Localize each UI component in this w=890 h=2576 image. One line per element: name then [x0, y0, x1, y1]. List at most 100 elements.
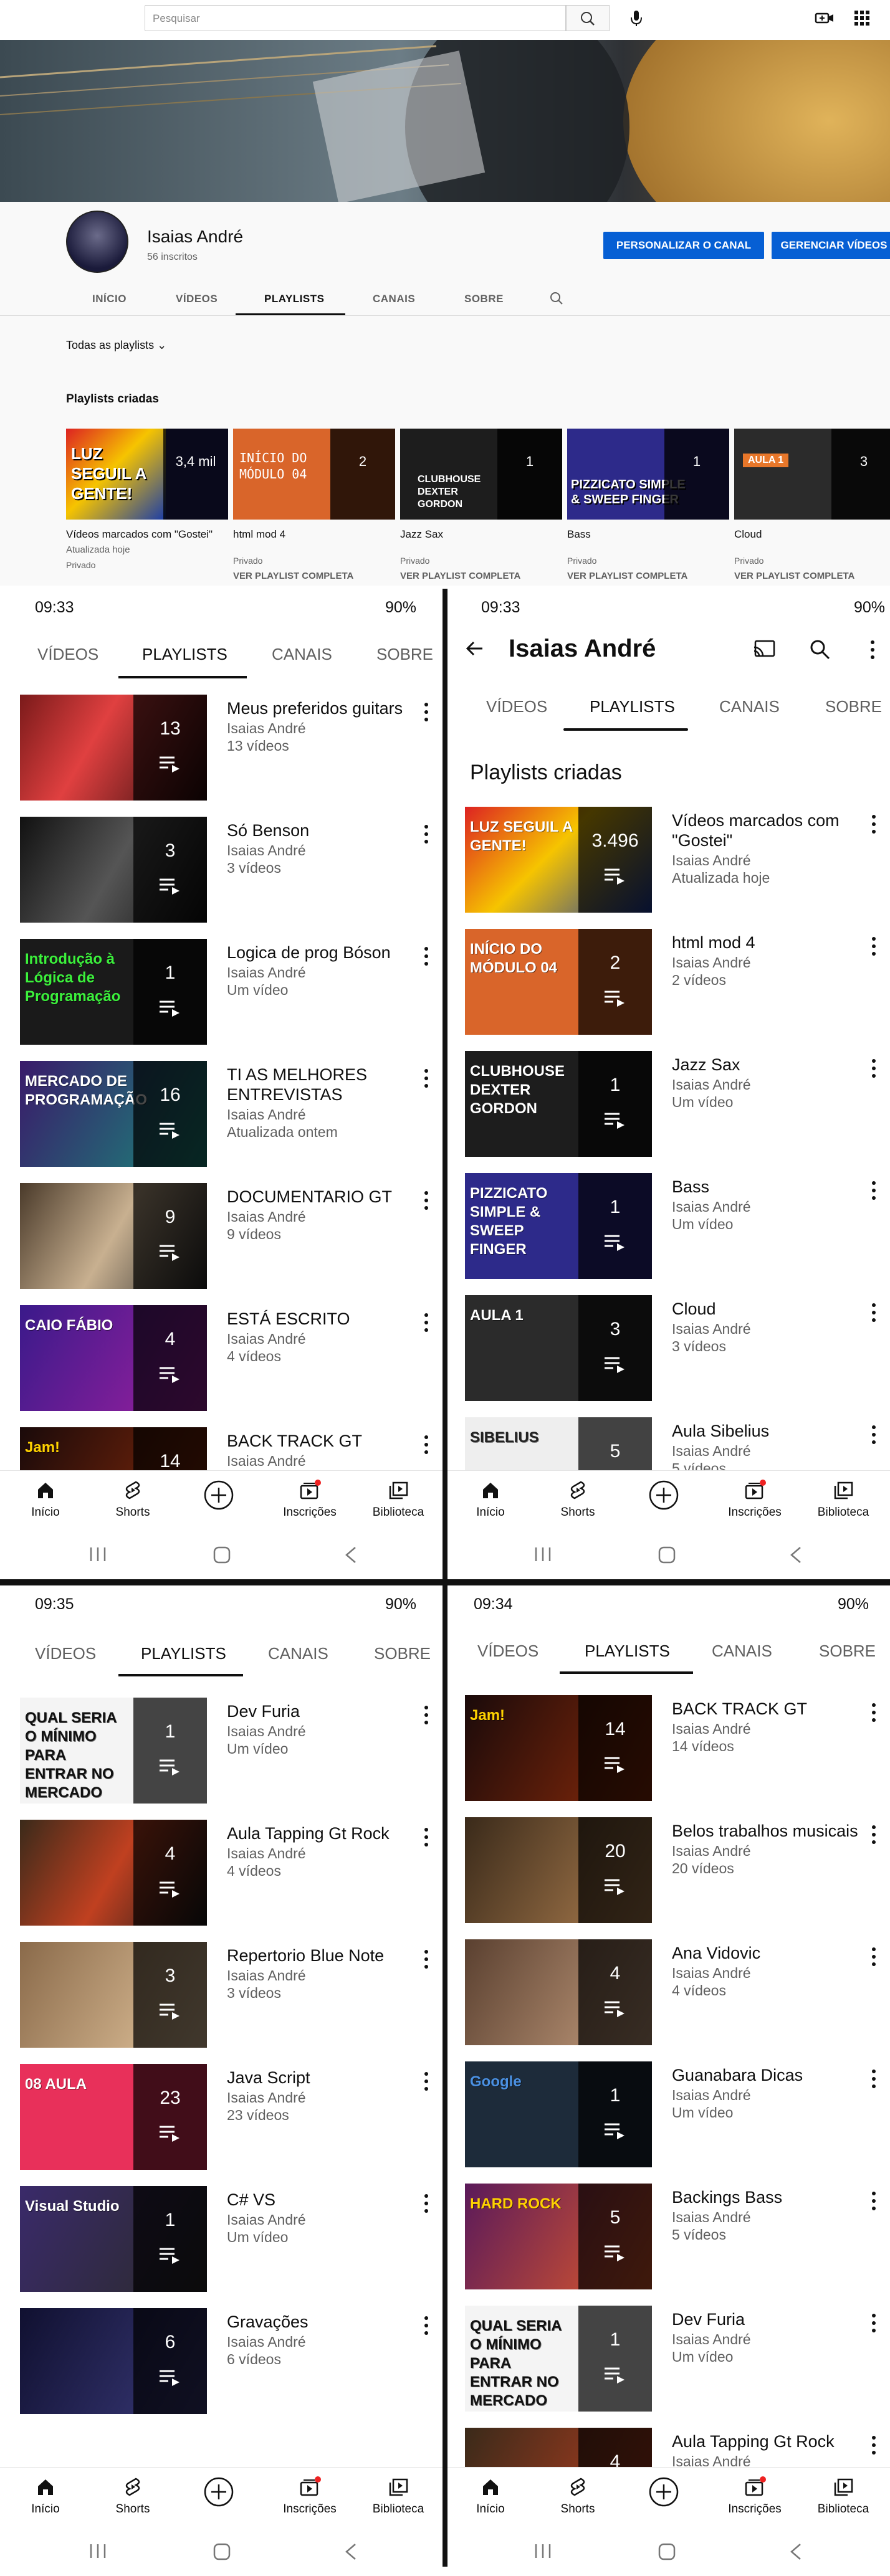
playlist-item[interactable]: INÍCIO DO MÓDULO 04 2 html mod 4 Isaias And…: [445, 923, 890, 1045]
search-icon[interactable]: [808, 637, 831, 661]
nav-library[interactable]: Biblioteca: [358, 2476, 439, 2516]
playlist-title[interactable]: Vídeos marcados com "Gostei": [66, 528, 228, 541]
more-options-button[interactable]: [871, 1425, 876, 1445]
playlist-item[interactable]: CAIO FÁBIO 4 ESTÁ ESCRITO Isaias André 4 víd…: [0, 1299, 445, 1421]
back-button-icon[interactable]: [342, 2542, 360, 2562]
playlist-title[interactable]: Só Benson: [227, 820, 414, 840]
playlist-item[interactable]: 13 Meus preferidos guitars Isaias André 13 …: [0, 688, 445, 810]
playlist-title[interactable]: Repertorio Blue Note: [227, 1946, 414, 1965]
tab-playlists[interactable]: PLAYLISTS: [142, 645, 227, 664]
nav-subscriptions[interactable]: Inscrições: [269, 1480, 350, 1519]
create-button[interactable]: [814, 9, 835, 27]
tab-videos[interactable]: VÍDEOS: [35, 1644, 96, 1663]
tab-videos[interactable]: VÍDEOS: [37, 645, 98, 664]
more-options-button[interactable]: [424, 1435, 429, 1455]
tab-playlists[interactable]: PLAYLISTS: [590, 697, 675, 716]
playlist-item[interactable]: Introdução à Lógica de Programação 1 Logic…: [0, 933, 445, 1055]
playlist-thumbnail[interactable]: PIZZICATO SIMPLE & SWEEP FINGER 1: [465, 1173, 652, 1279]
playlist-title[interactable]: Dev Furia: [672, 2309, 859, 2329]
nav-shorts[interactable]: Shorts: [537, 1480, 618, 1519]
playlist-item[interactable]: QUAL SERIA O MÍNIMO PARA ENTRAR NO MERCA…: [0, 1691, 445, 1813]
recent-apps-icon[interactable]: [87, 1545, 108, 1564]
nav-home[interactable]: Início: [5, 1480, 86, 1519]
playlist-item[interactable]: 3 Repertorio Blue Note Isaias André 3 vídeo…: [0, 1936, 445, 2058]
tab-sobre[interactable]: SOBRE: [464, 293, 504, 305]
playlist-thumbnail[interactable]: 4: [20, 1820, 207, 1926]
nav-library[interactable]: Biblioteca: [803, 1480, 884, 1519]
nav-shorts[interactable]: Shorts: [92, 1480, 173, 1519]
nav-create[interactable]: [623, 1480, 704, 1511]
playlist-item[interactable]: PIZZICATO SIMPLE & SWEEP FINGER 1 Bass Isai…: [445, 1167, 890, 1289]
playlist-title[interactable]: html mod 4: [672, 933, 859, 953]
more-options-button[interactable]: [871, 2191, 876, 2211]
playlist-thumbnail[interactable]: INÍCIO DO MÓDULO 04 2: [233, 429, 395, 520]
more-options-button[interactable]: [871, 1825, 876, 1845]
playlist-title[interactable]: Dev Furia: [227, 1701, 414, 1721]
playlist-thumbnail[interactable]: QUAL SERIA O MÍNIMO PARA ENTRAR NO MERCA…: [20, 1698, 207, 1804]
tab-canais[interactable]: CANAIS: [712, 1642, 772, 1661]
playlist-thumbnail[interactable]: 13: [20, 695, 207, 801]
nav-home[interactable]: Início: [5, 2476, 86, 2516]
playlist-title[interactable]: html mod 4: [233, 528, 395, 541]
customize-channel-button[interactable]: PERSONALIZAR O CANAL: [603, 232, 764, 259]
tab-canais[interactable]: CANAIS: [272, 645, 332, 664]
playlist-item[interactable]: MERCADO DE PROGRAMAÇÃO 16 TI AS MELHORES E…: [0, 1055, 445, 1177]
tab-playlists[interactable]: PLAYLISTS: [264, 293, 324, 305]
playlist-thumbnail[interactable]: Introdução à Lógica de Programação 1: [20, 939, 207, 1045]
recent-apps-icon[interactable]: [532, 2542, 553, 2560]
playlist-title[interactable]: Logica de prog Bóson: [227, 943, 414, 962]
more-options-button[interactable]: [424, 2316, 429, 2336]
more-options-button[interactable]: [871, 1058, 876, 1078]
nav-subscriptions[interactable]: Inscrições: [714, 1480, 795, 1519]
playlist-thumbnail[interactable]: INÍCIO DO MÓDULO 04 2: [465, 929, 652, 1035]
playlist-title[interactable]: Jazz Sax: [400, 528, 562, 541]
nav-library[interactable]: Biblioteca: [358, 1480, 439, 1519]
manage-videos-button[interactable]: GERENCIAR VÍDEOS: [772, 232, 890, 259]
tab-videos[interactable]: VÍDEOS: [486, 697, 547, 716]
more-options-button[interactable]: [424, 1827, 429, 1847]
playlist-title[interactable]: BACK TRACK GT: [227, 1431, 414, 1451]
view-full-playlist-link[interactable]: VER PLAYLIST COMPLETA: [567, 571, 729, 581]
home-button-icon[interactable]: [657, 1545, 678, 1565]
view-full-playlist-link[interactable]: VER PLAYLIST COMPLETA: [400, 571, 562, 581]
playlist-thumbnail[interactable]: Google 1: [465, 2061, 652, 2167]
playlist-item[interactable]: AULA 1 3 Cloud Isaias André 3 vídeos: [445, 1289, 890, 1411]
playlist-thumbnail[interactable]: CLUBHOUSE DEXTER GORDON 1: [400, 429, 562, 520]
more-options-button[interactable]: [871, 2313, 876, 2333]
more-options-button[interactable]: [424, 2193, 429, 2213]
cast-icon[interactable]: [752, 639, 777, 660]
tab-inicio[interactable]: INÍCIO: [92, 293, 127, 305]
more-options-button[interactable]: [871, 1303, 876, 1323]
playlist-card[interactable]: CLUBHOUSE DEXTER GORDON 1 Jazz Sax Priva…: [400, 429, 562, 581]
home-button-icon[interactable]: [657, 2542, 678, 2562]
playlist-thumbnail[interactable]: 3: [20, 817, 207, 923]
channel-search-icon[interactable]: [548, 290, 565, 307]
nav-subscriptions[interactable]: Inscrições: [714, 2476, 795, 2516]
tab-sobre[interactable]: SOBRE: [374, 1644, 431, 1663]
playlist-item[interactable]: QUAL SERIA O MÍNIMO PARA ENTRAR NO MERCA…: [445, 2299, 890, 2422]
more-options-button[interactable]: [871, 936, 876, 956]
playlist-title[interactable]: TI AS MELHORES ENTREVISTAS: [227, 1065, 414, 1105]
playlist-item[interactable]: 3 Só Benson Isaias André 3 vídeos: [0, 810, 445, 933]
back-arrow-icon[interactable]: [464, 637, 486, 660]
playlist-thumbnail[interactable]: CLUBHOUSE DEXTER GORDON 1: [465, 1051, 652, 1157]
playlist-card[interactable]: INÍCIO DO MÓDULO 04 2 html mod 4 Privado…: [233, 429, 395, 581]
playlist-thumbnail[interactable]: QUAL SERIA O MÍNIMO PARA ENTRAR NO MERCA…: [465, 2306, 652, 2412]
playlist-thumbnail[interactable]: Jam! 14: [465, 1695, 652, 1801]
playlist-title[interactable]: Cloud: [734, 528, 890, 541]
more-options-button[interactable]: [871, 2435, 876, 2455]
playlist-item[interactable]: 6 Gravações Isaias André 6 vídeos: [0, 2302, 445, 2424]
playlist-title[interactable]: ESTÁ ESCRITO: [227, 1309, 414, 1329]
playlist-thumbnail[interactable]: AULA 1 3: [465, 1295, 652, 1401]
playlist-title[interactable]: Gravações: [227, 2312, 414, 2332]
playlist-item[interactable]: LUZ SEGUIL A GENTE! 3.496 Vídeos marcados …: [445, 801, 890, 923]
tab-canais[interactable]: CANAIS: [268, 1644, 328, 1663]
all-playlists-dropdown[interactable]: Todas as playlists ⌄: [66, 339, 166, 352]
search-button[interactable]: [566, 5, 610, 31]
apps-button[interactable]: [853, 9, 871, 27]
more-options-button[interactable]: [871, 1703, 876, 1723]
more-options-button[interactable]: [424, 1068, 429, 1088]
playlist-card[interactable]: AULA 1 3 Cloud Privado VER PLAYLIST COMP…: [734, 429, 890, 581]
playlist-title[interactable]: Aula Sibelius: [672, 1421, 859, 1441]
search-input[interactable]: Pesquisar: [145, 5, 566, 31]
